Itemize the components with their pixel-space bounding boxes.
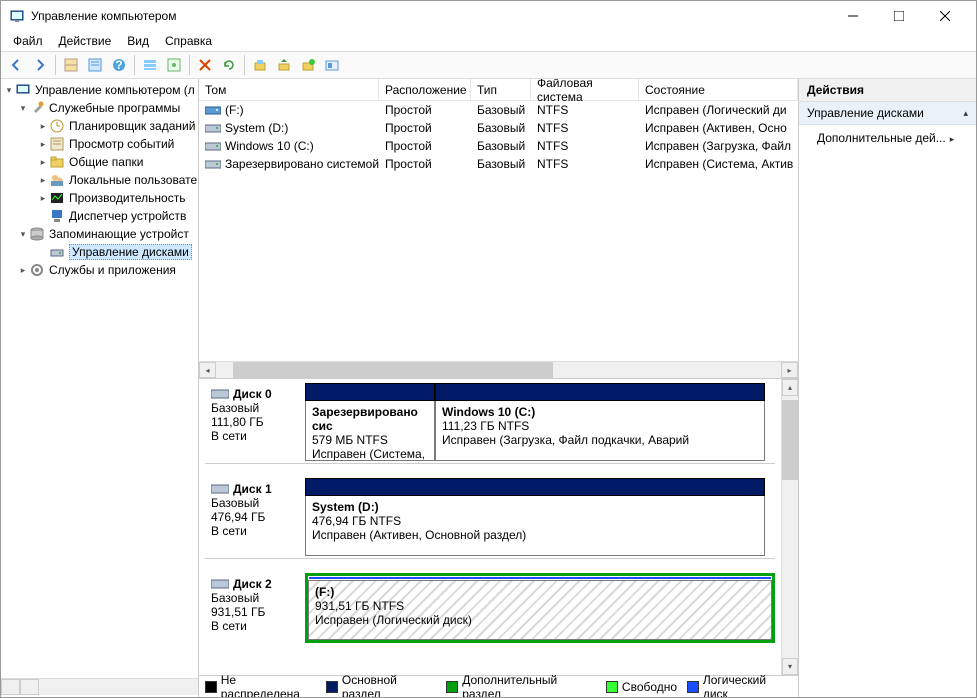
show-hide-tree-button[interactable] xyxy=(60,54,82,76)
menu-file[interactable]: Файл xyxy=(5,32,51,50)
col-status[interactable]: Состояние xyxy=(639,79,798,100)
col-filesystem[interactable]: Файловая система xyxy=(531,79,639,100)
partition[interactable]: System (D:) 476,94 ГБ NTFS Исправен (Акт… xyxy=(305,496,765,556)
disk-icon xyxy=(211,483,229,495)
disk-info[interactable]: Диск 0 Базовый 111,80 ГБ В сети xyxy=(205,383,305,461)
tree-sharedfolders[interactable]: ▸ Общие папки xyxy=(1,153,198,171)
tree-devicemgr[interactable]: ▸ Диспетчер устройств xyxy=(1,207,198,225)
settings-button[interactable] xyxy=(163,54,185,76)
volume-list: Том Расположение Тип Файловая система Со… xyxy=(199,79,798,379)
partition[interactable]: Windows 10 (C:) 111,23 ГБ NTFS Исправен … xyxy=(435,401,765,461)
legend-logical: Логический диск xyxy=(687,673,792,698)
volume-list-body: (F:) Простой Базовый NTFS Исправен (Логи… xyxy=(199,101,798,361)
legend-free: Свободно xyxy=(606,680,677,694)
properties-button[interactable] xyxy=(84,54,106,76)
event-log-icon xyxy=(49,136,65,152)
partition[interactable]: (F:) 931,51 ГБ NTFS Исправен (Логический… xyxy=(308,580,772,640)
disk-block: Диск 0 Базовый 111,80 ГБ В сети Зарезерв… xyxy=(205,383,775,464)
tree-diskmgmt[interactable]: ▸ Управление дисками xyxy=(1,243,198,261)
clock-icon xyxy=(49,118,65,134)
tree-systools[interactable]: ▾ Служебные программы xyxy=(1,99,198,117)
legend-primary: Основной раздел xyxy=(326,673,436,698)
disk-graphical-pane: Диск 0 Базовый 111,80 ГБ В сети Зарезерв… xyxy=(199,379,798,675)
action2-button[interactable] xyxy=(273,54,295,76)
device-mgr-icon xyxy=(49,208,65,224)
app-icon xyxy=(9,8,25,24)
svg-text:?: ? xyxy=(115,58,122,72)
partition[interactable]: Зарезервировано сис 579 МБ NTFS Исправен… xyxy=(305,401,435,461)
close-button[interactable] xyxy=(922,1,968,31)
volume-row[interactable]: System (D:) Простой Базовый NTFS Исправе… xyxy=(199,119,798,137)
toolbar: ? xyxy=(1,51,976,79)
action4-button[interactable] xyxy=(321,54,343,76)
delete-button[interactable] xyxy=(194,54,216,76)
refresh-button[interactable] xyxy=(218,54,240,76)
tree-localusers[interactable]: ▸ Локальные пользовате xyxy=(1,171,198,189)
disk-block: Диск 1 Базовый 476,94 ГБ В сети System (… xyxy=(205,478,775,559)
volume-list-header: Том Расположение Тип Файловая система Со… xyxy=(199,79,798,101)
menu-help[interactable]: Справка xyxy=(157,32,220,50)
action3-button[interactable] xyxy=(297,54,319,76)
minimize-button[interactable] xyxy=(830,1,876,31)
disk-info[interactable]: Диск 1 Базовый 476,94 ГБ В сети xyxy=(205,478,305,556)
volume-icon xyxy=(205,122,221,134)
window-buttons xyxy=(830,1,968,31)
disk-info[interactable]: Диск 2 Базовый 931,51 ГБ В сети xyxy=(205,573,305,643)
tree-services[interactable]: ▸ Службы и приложения xyxy=(1,261,198,279)
actions-more[interactable]: Дополнительные дей...▸ xyxy=(799,125,976,151)
services-icon xyxy=(29,262,45,278)
title-bar: Управление компьютером xyxy=(1,1,976,31)
storage-icon xyxy=(29,226,45,242)
main-area: ▾ Управление компьютером (л ▾ Служебные … xyxy=(1,79,976,697)
disk-scrollbar-y[interactable]: ▴▾ xyxy=(781,379,798,675)
volume-row[interactable]: Windows 10 (C:) Простой Базовый NTFS Исп… xyxy=(199,137,798,155)
disk-icon xyxy=(211,388,229,400)
actions-section[interactable]: Управление дисками ▴ xyxy=(799,102,976,125)
volume-row[interactable]: Зарезервировано системой Простой Базовый… xyxy=(199,155,798,173)
col-layout[interactable]: Расположение xyxy=(379,79,471,100)
volume-icon xyxy=(205,140,221,152)
volume-row[interactable]: (F:) Простой Базовый NTFS Исправен (Логи… xyxy=(199,101,798,119)
computer-mgmt-icon xyxy=(15,82,31,98)
legend-extended: Дополнительный раздел xyxy=(446,673,595,698)
menu-action[interactable]: Действие xyxy=(51,32,120,50)
menu-bar: Файл Действие Вид Справка xyxy=(1,31,976,51)
center-pane: Том Расположение Тип Файловая система Со… xyxy=(199,79,798,697)
collapse-icon: ▴ xyxy=(963,108,968,119)
disk-block: Диск 2 Базовый 931,51 ГБ В сети (F:) 931… xyxy=(205,573,775,645)
action1-button[interactable] xyxy=(249,54,271,76)
forward-button[interactable] xyxy=(29,54,51,76)
disk-icon xyxy=(211,578,229,590)
legend-unallocated: Не распределена xyxy=(205,673,316,698)
actions-header: Действия xyxy=(799,79,976,102)
tree-scrollbar-x[interactable] xyxy=(1,678,198,695)
tree-performance[interactable]: ▸ Производительность xyxy=(1,189,198,207)
wrench-icon xyxy=(29,100,45,116)
performance-icon xyxy=(49,190,65,206)
tree-storage[interactable]: ▾ Запоминающие устройст xyxy=(1,225,198,243)
disk-mgmt-icon xyxy=(49,244,65,260)
users-icon xyxy=(49,172,65,188)
tree-eventviewer[interactable]: ▸ Просмотр событий xyxy=(1,135,198,153)
console-tree-pane: ▾ Управление компьютером (л ▾ Служебные … xyxy=(1,79,199,697)
actions-pane: Действия Управление дисками ▴ Дополнител… xyxy=(798,79,976,697)
col-type[interactable]: Тип xyxy=(471,79,531,100)
view-list-button[interactable] xyxy=(139,54,161,76)
legend: Не распределена Основной раздел Дополнит… xyxy=(199,675,798,697)
volume-icon xyxy=(205,104,221,116)
maximize-button[interactable] xyxy=(876,1,922,31)
volume-scrollbar-x[interactable]: ◂▸ xyxy=(199,361,798,378)
menu-view[interactable]: Вид xyxy=(119,32,157,50)
folder-share-icon xyxy=(49,154,65,170)
tree-scheduler[interactable]: ▸ Планировщик заданий xyxy=(1,117,198,135)
volume-icon xyxy=(205,158,221,170)
chevron-right-icon: ▸ xyxy=(950,134,955,144)
tree-root[interactable]: ▾ Управление компьютером (л xyxy=(1,81,198,99)
col-volume[interactable]: Том xyxy=(199,79,379,100)
window-title: Управление компьютером xyxy=(31,9,830,23)
back-button[interactable] xyxy=(5,54,27,76)
help-button[interactable]: ? xyxy=(108,54,130,76)
